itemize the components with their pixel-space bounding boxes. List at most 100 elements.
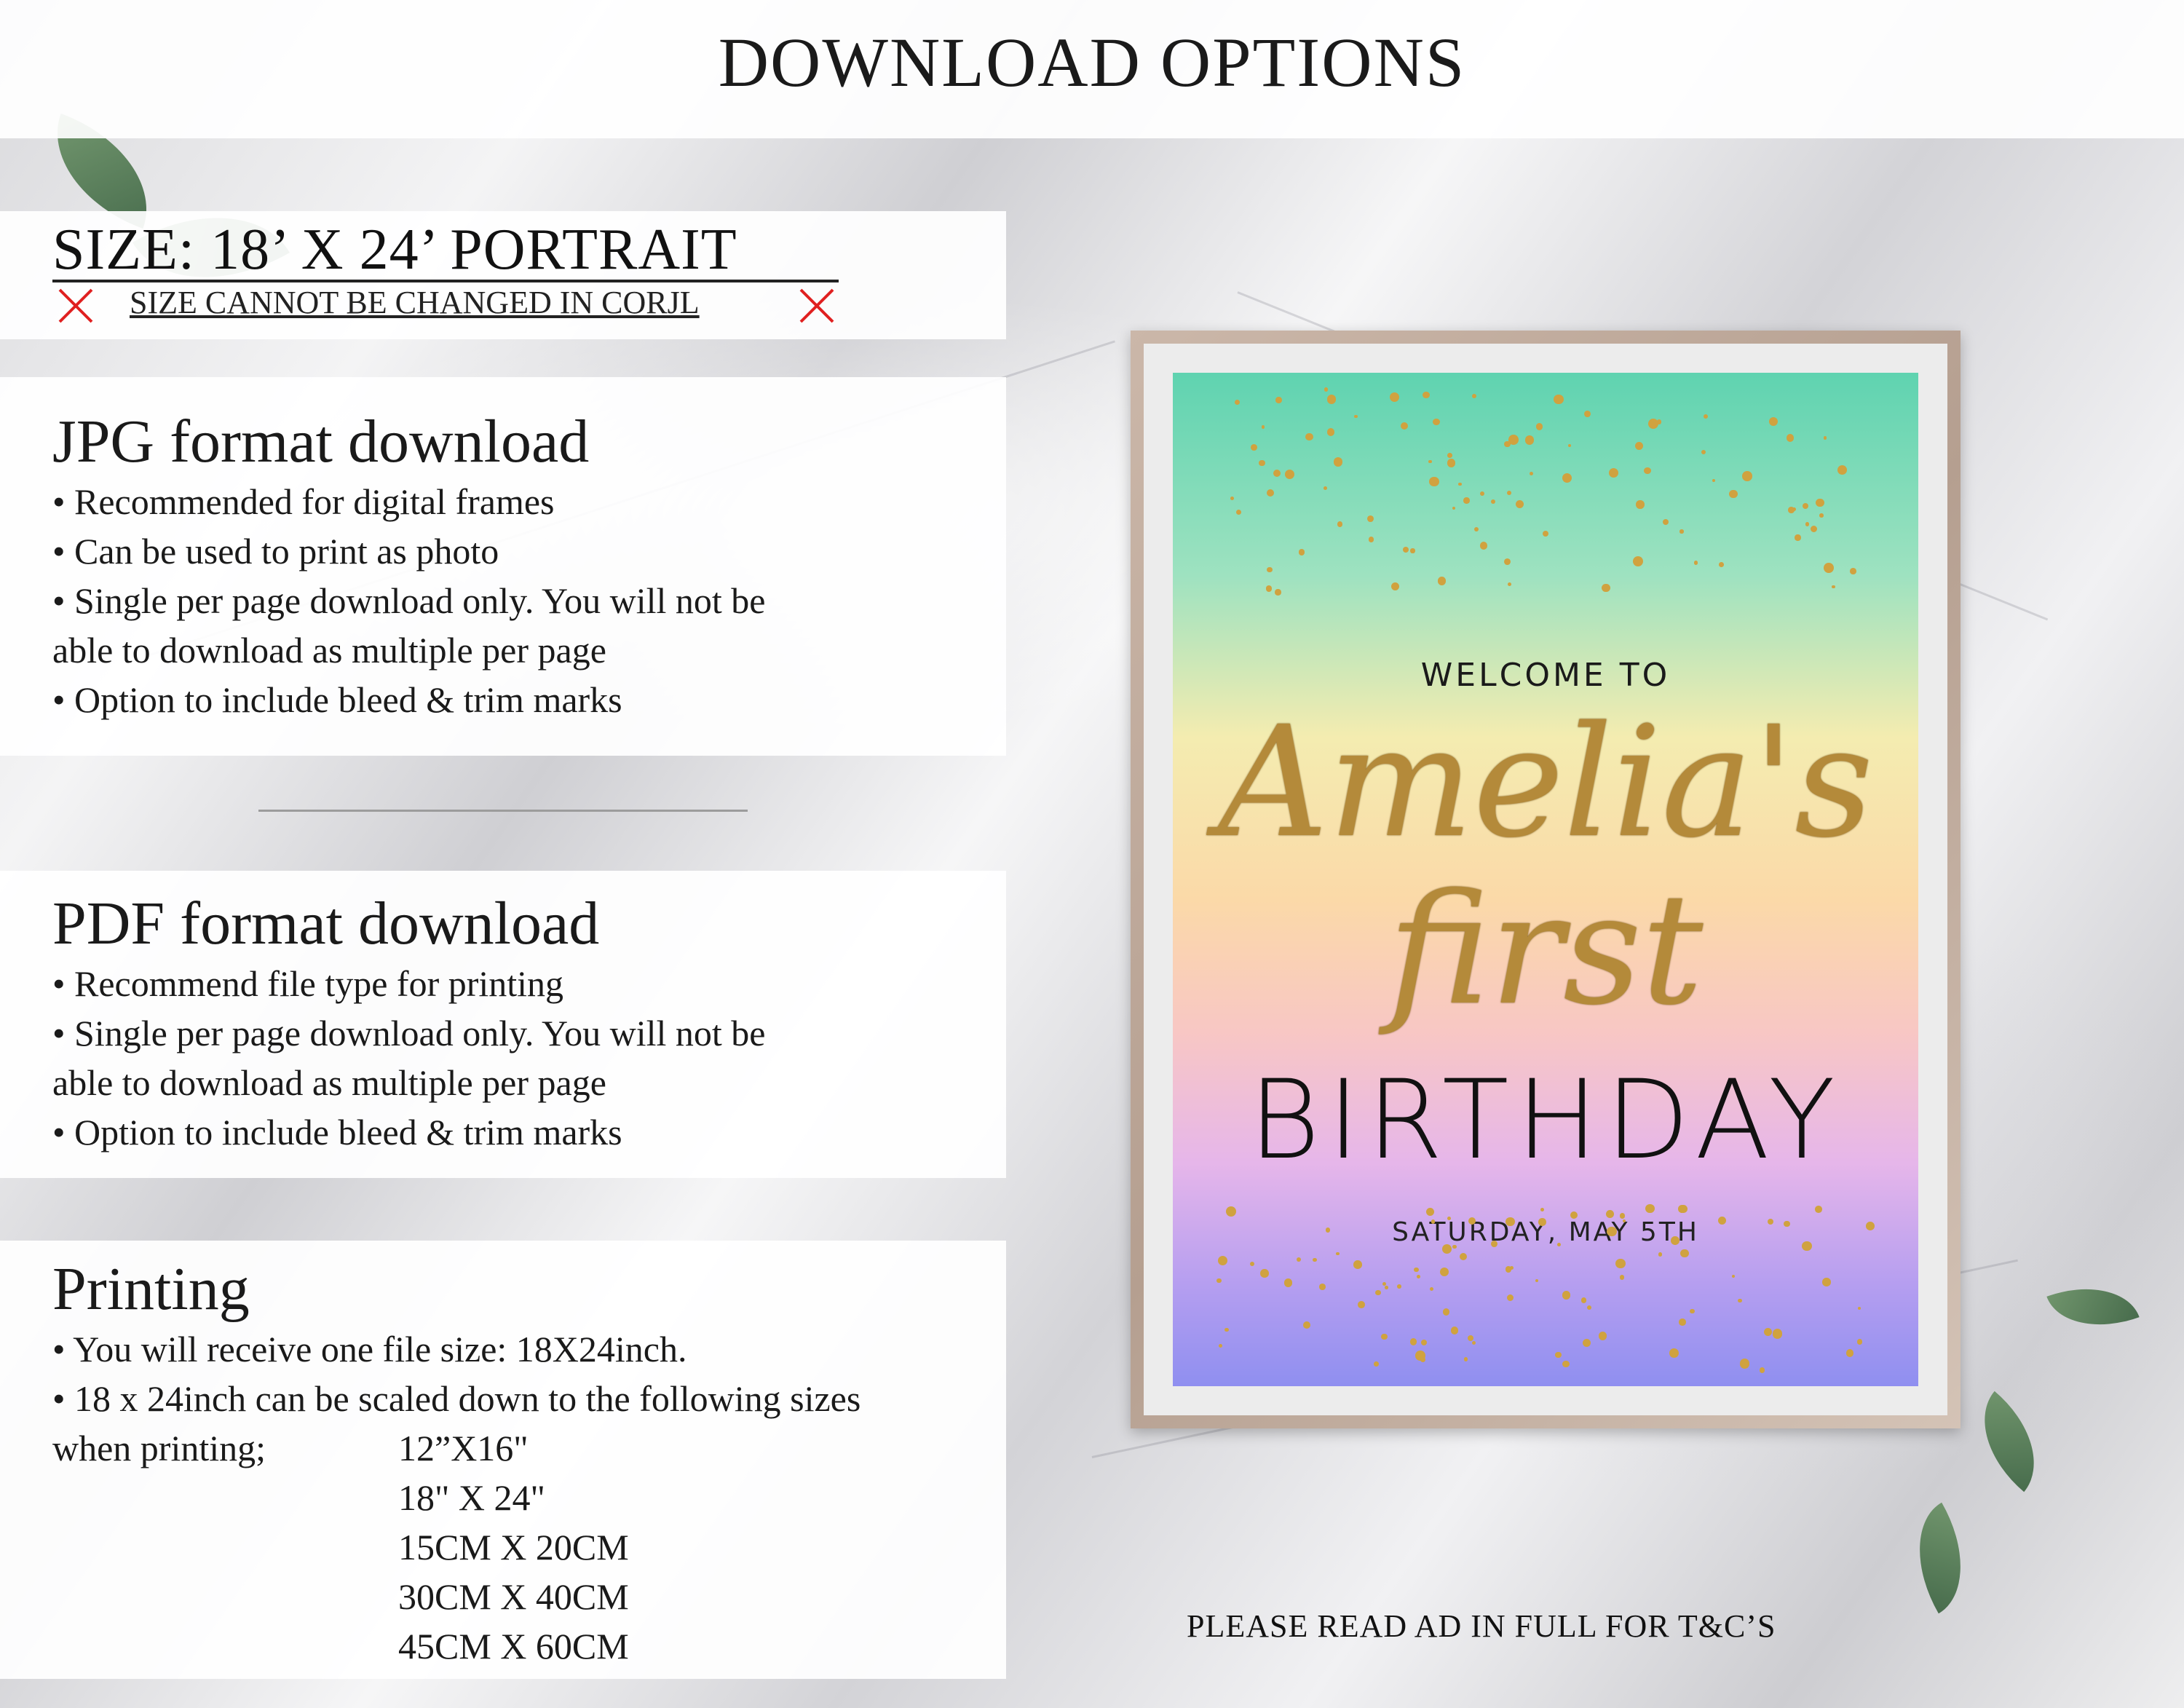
- glitter-speck: [1712, 479, 1715, 483]
- glitter-speck: [1354, 414, 1358, 419]
- glitter-speck: [1353, 1260, 1362, 1269]
- x-icon: [58, 288, 93, 323]
- size-rule-top: [52, 280, 839, 282]
- glitter-speck: [1275, 397, 1282, 403]
- glitter-speck: [1283, 1278, 1293, 1287]
- glitter-speck: [1266, 489, 1275, 497]
- jpg-line: able to download as multiple per page: [52, 630, 606, 671]
- glitter-speck: [1819, 513, 1824, 518]
- glitter-speck: [1326, 428, 1335, 436]
- glitter-speck: [1690, 1308, 1695, 1314]
- glitter-speck: [1619, 1275, 1625, 1280]
- glitter-speck: [1535, 1279, 1539, 1283]
- size-panel: SIZE: 18’ X 24’ PORTRAIT SIZE CANNOT BE …: [0, 211, 1006, 339]
- pdf-line: • Recommend file type for printing: [52, 963, 564, 1004]
- glitter-speck: [1507, 582, 1511, 586]
- glitter-speck: [1429, 476, 1439, 487]
- glitter-speck: [1250, 444, 1257, 451]
- glitter-speck: [1333, 457, 1342, 467]
- x-icon: [799, 288, 834, 323]
- glitter-speck: [1503, 558, 1511, 565]
- glitter-speck: [1273, 469, 1281, 478]
- glitter-speck: [1609, 467, 1619, 478]
- glitter-speck: [1772, 1328, 1783, 1339]
- glitter-speck: [1440, 1268, 1449, 1277]
- glitter-speck: [1763, 1327, 1773, 1337]
- glitter-speck: [1302, 1321, 1310, 1329]
- pdf-line: able to download as multiple per page: [52, 1062, 606, 1103]
- poster-mat: WELCOME TO Amelia's first BIRTHDAY SATUR…: [1144, 344, 1947, 1415]
- print-size-item: 30CM X 40CM: [398, 1576, 629, 1617]
- pdf-panel: PDF format download • Recommend file typ…: [0, 871, 1006, 1178]
- glitter-speck: [1218, 1343, 1223, 1348]
- glitter-speck: [1540, 1207, 1545, 1211]
- glitter-speck: [1504, 440, 1511, 448]
- glitter-speck: [1368, 537, 1374, 542]
- glitter-speck: [1619, 1213, 1626, 1219]
- glitter-speck: [1680, 1249, 1689, 1258]
- glitter-speck: [1217, 1255, 1228, 1266]
- glitter-speck: [1670, 1236, 1679, 1246]
- glitter-speck: [1366, 515, 1374, 522]
- jpg-heading: JPG format download: [52, 408, 590, 475]
- glitter-speck: [1479, 542, 1487, 550]
- glitter-speck: [1375, 1290, 1381, 1296]
- glitter-speck: [1767, 1218, 1773, 1225]
- glitter-speck: [1506, 490, 1512, 496]
- glitter-speck: [1381, 1333, 1388, 1340]
- glitter-speck: [1658, 1252, 1663, 1257]
- poster-frame: WELCOME TO Amelia's first BIRTHDAY SATUR…: [1131, 331, 1961, 1428]
- glitter-speck: [1324, 387, 1329, 392]
- glitter-speck: [1468, 1217, 1476, 1225]
- glitter-speck: [1423, 392, 1430, 399]
- print-size-item: 45CM X 60CM: [398, 1626, 629, 1667]
- glitter-speck: [1234, 399, 1241, 406]
- glitter-speck: [1810, 525, 1817, 532]
- glitter-speck: [1554, 1351, 1562, 1359]
- glitter-speck: [1788, 507, 1795, 514]
- printing-line: • You will receive one file size: 18X24i…: [52, 1329, 687, 1369]
- glitter-speck: [1786, 434, 1795, 442]
- glitter-speck: [1463, 497, 1470, 504]
- glitter-speck: [1553, 394, 1564, 405]
- glitter-speck: [1524, 435, 1535, 445]
- glitter-speck: [1768, 416, 1779, 427]
- leaf-decoration: [1957, 1391, 2062, 1492]
- poster-welcome: WELCOME TO: [1420, 657, 1671, 694]
- glitter-speck: [1390, 392, 1399, 402]
- glitter-speck: [1515, 499, 1524, 509]
- glitter-speck: [1542, 530, 1549, 537]
- glitter-speck: [1583, 411, 1591, 418]
- glitter-speck: [1235, 510, 1241, 515]
- printing-when-label: when printing;: [52, 1428, 266, 1468]
- glitter-speck: [1647, 419, 1658, 430]
- glitter-speck: [1562, 1291, 1570, 1300]
- glitter-speck: [1602, 584, 1610, 593]
- glitter-speck: [1447, 1216, 1452, 1220]
- glitter-speck: [1468, 1335, 1474, 1342]
- glitter-speck: [1420, 1357, 1425, 1362]
- glitter-speck: [1718, 562, 1724, 568]
- glitter-speck: [1701, 449, 1706, 454]
- poster-name: Amelia's: [1217, 693, 1874, 871]
- glitter-speck: [1425, 1207, 1435, 1216]
- glitter-speck: [1857, 1307, 1861, 1310]
- glitter-speck: [1260, 1269, 1269, 1278]
- glitter-speck: [1429, 1287, 1434, 1292]
- glitter-speck: [1759, 1367, 1765, 1373]
- glitter-speck: [1850, 568, 1856, 574]
- glitter-speck: [1261, 425, 1265, 429]
- jpg-line: • Option to include bleed & trim marks: [52, 679, 622, 720]
- glitter-speck: [1822, 1278, 1831, 1286]
- poster-first: first: [1388, 861, 1704, 1039]
- glitter-speck: [1216, 1278, 1222, 1284]
- glitter-speck: [1305, 432, 1313, 441]
- glitter-speck: [1535, 423, 1543, 430]
- printing-line: • 18 x 24inch can be scaled down to the …: [52, 1378, 861, 1419]
- glitter-speck: [1856, 1339, 1863, 1345]
- glitter-speck: [1598, 1332, 1607, 1340]
- section-divider: [258, 810, 748, 812]
- glitter-speck: [1805, 522, 1810, 526]
- glitter-speck: [1739, 1359, 1750, 1369]
- glitter-speck: [1357, 1300, 1365, 1308]
